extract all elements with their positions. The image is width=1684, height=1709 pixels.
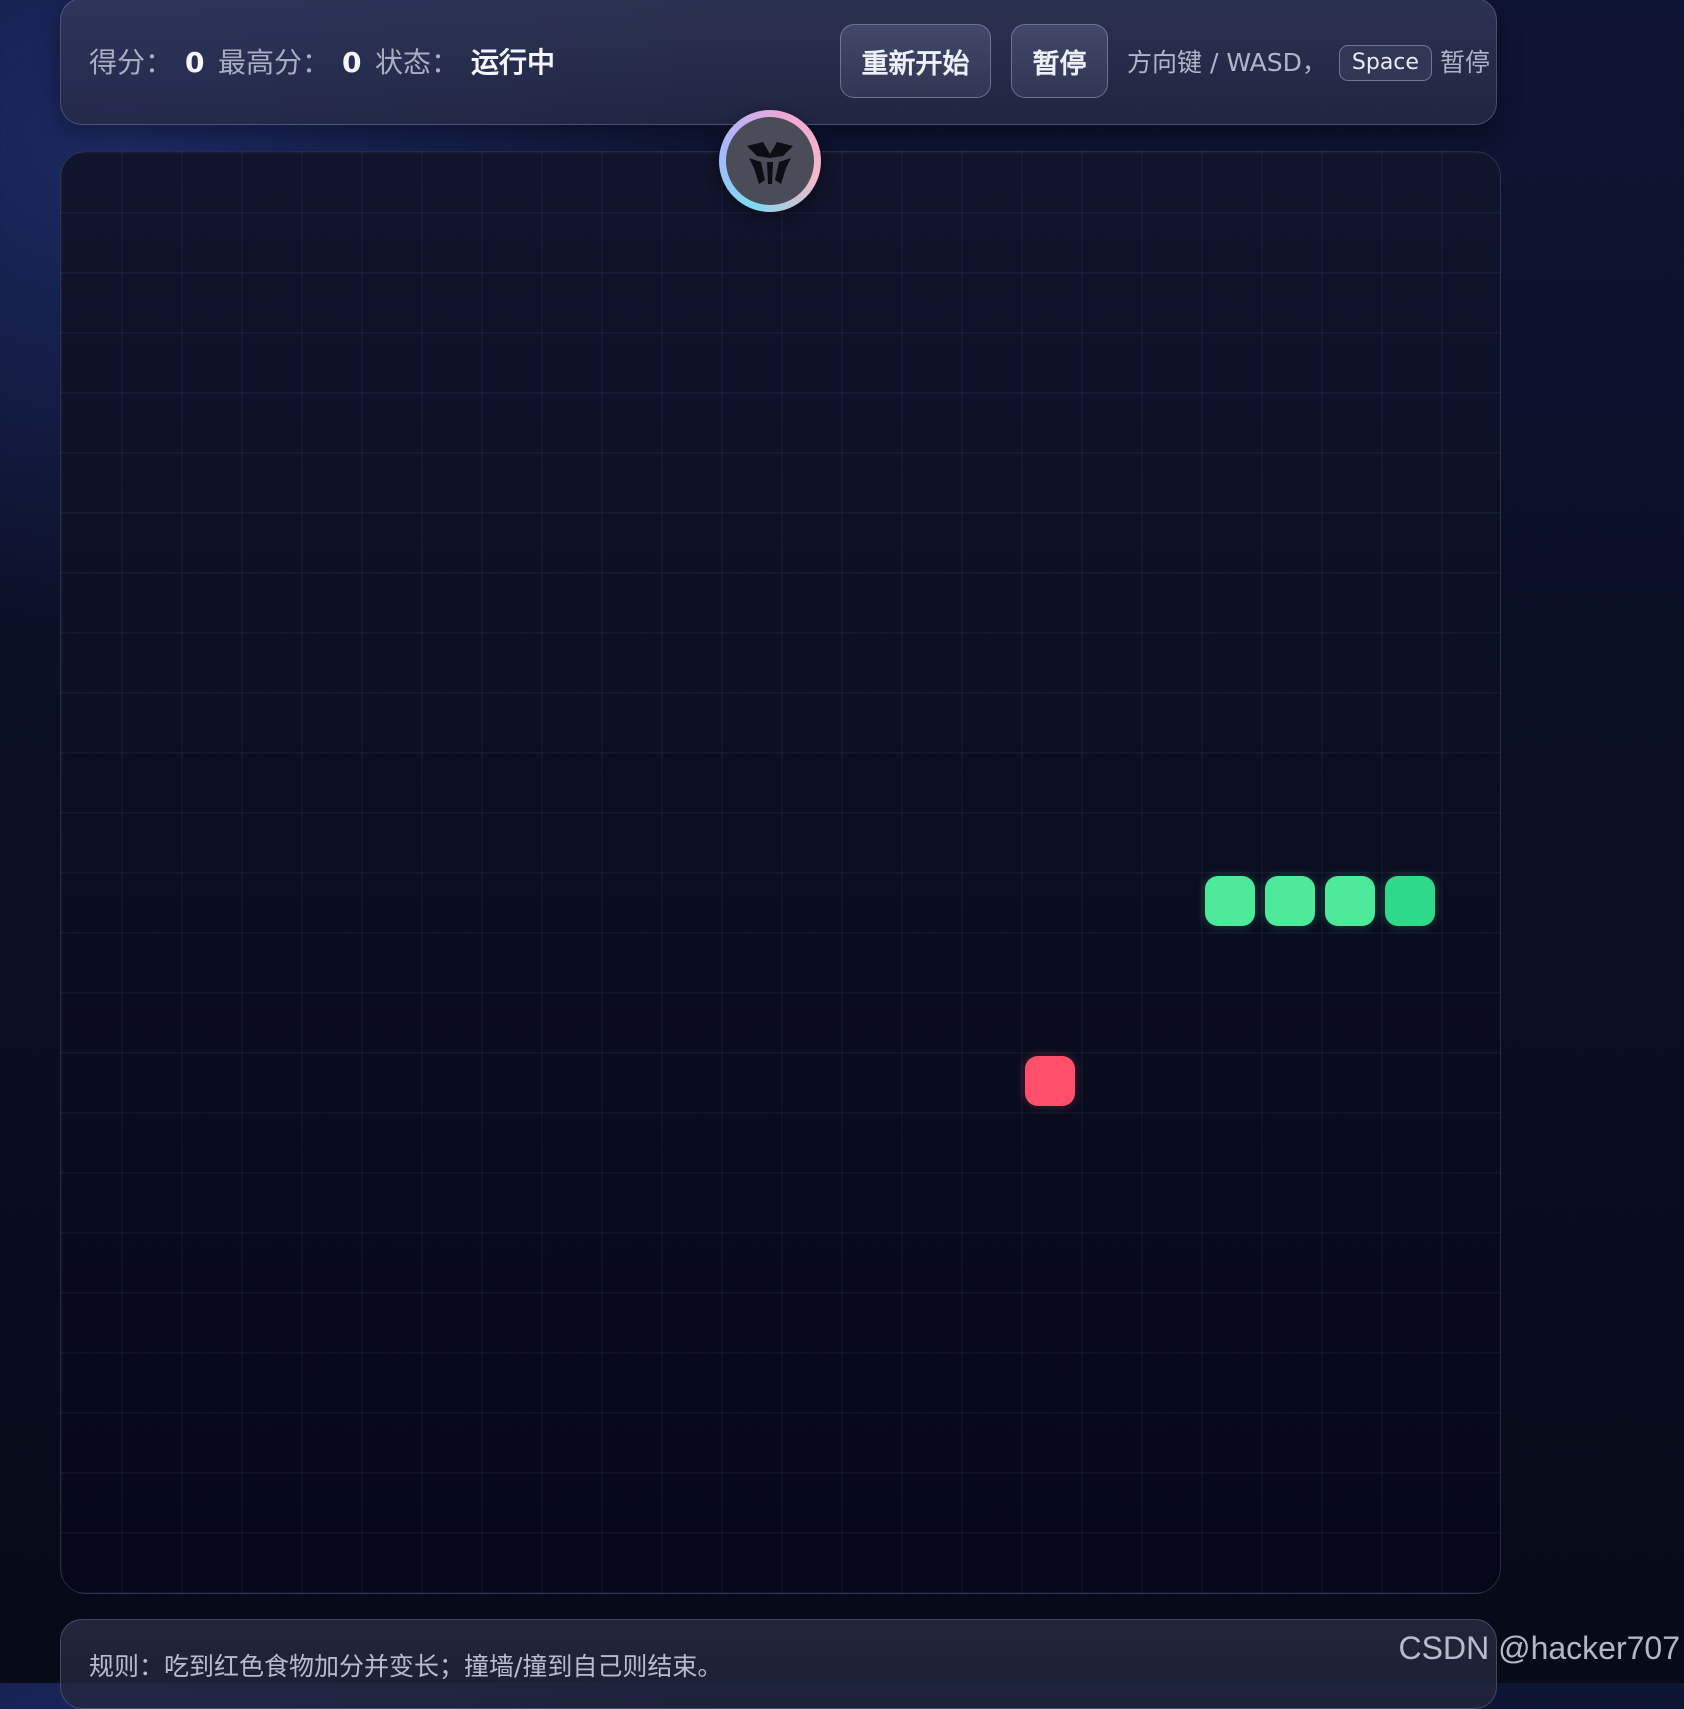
snake-segment	[1325, 876, 1375, 926]
watermark: CSDN @hacker707	[1398, 1630, 1680, 1666]
space-key-badge: Space	[1338, 45, 1432, 81]
status-bar: 得分： 0 最高分： 0 状态： 运行中 重新开始 暂停 方向键 / WASD， Spa…	[60, 0, 1497, 125]
snake-segment	[1205, 876, 1255, 926]
game-status-value: 运行中	[471, 46, 556, 79]
y-logo-icon	[726, 117, 814, 205]
controls-hint-prefix: 方向键 / WASD，	[1127, 48, 1327, 77]
pause-button[interactable]: 暂停	[1011, 24, 1108, 98]
game-board[interactable]	[60, 151, 1501, 1594]
game-status-display: 状态： 运行中	[375, 43, 555, 83]
floating-assistant-button[interactable]	[719, 110, 821, 212]
snake-segment	[1265, 876, 1315, 926]
best-score-value: 0	[342, 46, 362, 79]
rules-panel: 规则：吃到红色食物加分并变长；撞墙/撞到自己则结束。	[60, 1619, 1497, 1709]
snake-head	[1385, 876, 1435, 926]
best-score-label: 最高分：	[218, 46, 331, 79]
score-value: 0	[185, 46, 205, 79]
best-score-display: 最高分： 0	[218, 43, 362, 83]
restart-button[interactable]: 重新开始	[840, 24, 991, 98]
controls-hint: 方向键 / WASD， Space 暂停	[1127, 43, 1490, 83]
game-status-label: 状态：	[375, 46, 460, 79]
rules-text: 规则：吃到红色食物加分并变长；撞墙/撞到自己则结束。	[89, 1652, 723, 1681]
controls-hint-suffix: 暂停	[1439, 48, 1490, 77]
score-label: 得分：	[89, 46, 174, 79]
food-item	[1025, 1056, 1075, 1106]
score-display: 得分： 0	[89, 43, 205, 83]
